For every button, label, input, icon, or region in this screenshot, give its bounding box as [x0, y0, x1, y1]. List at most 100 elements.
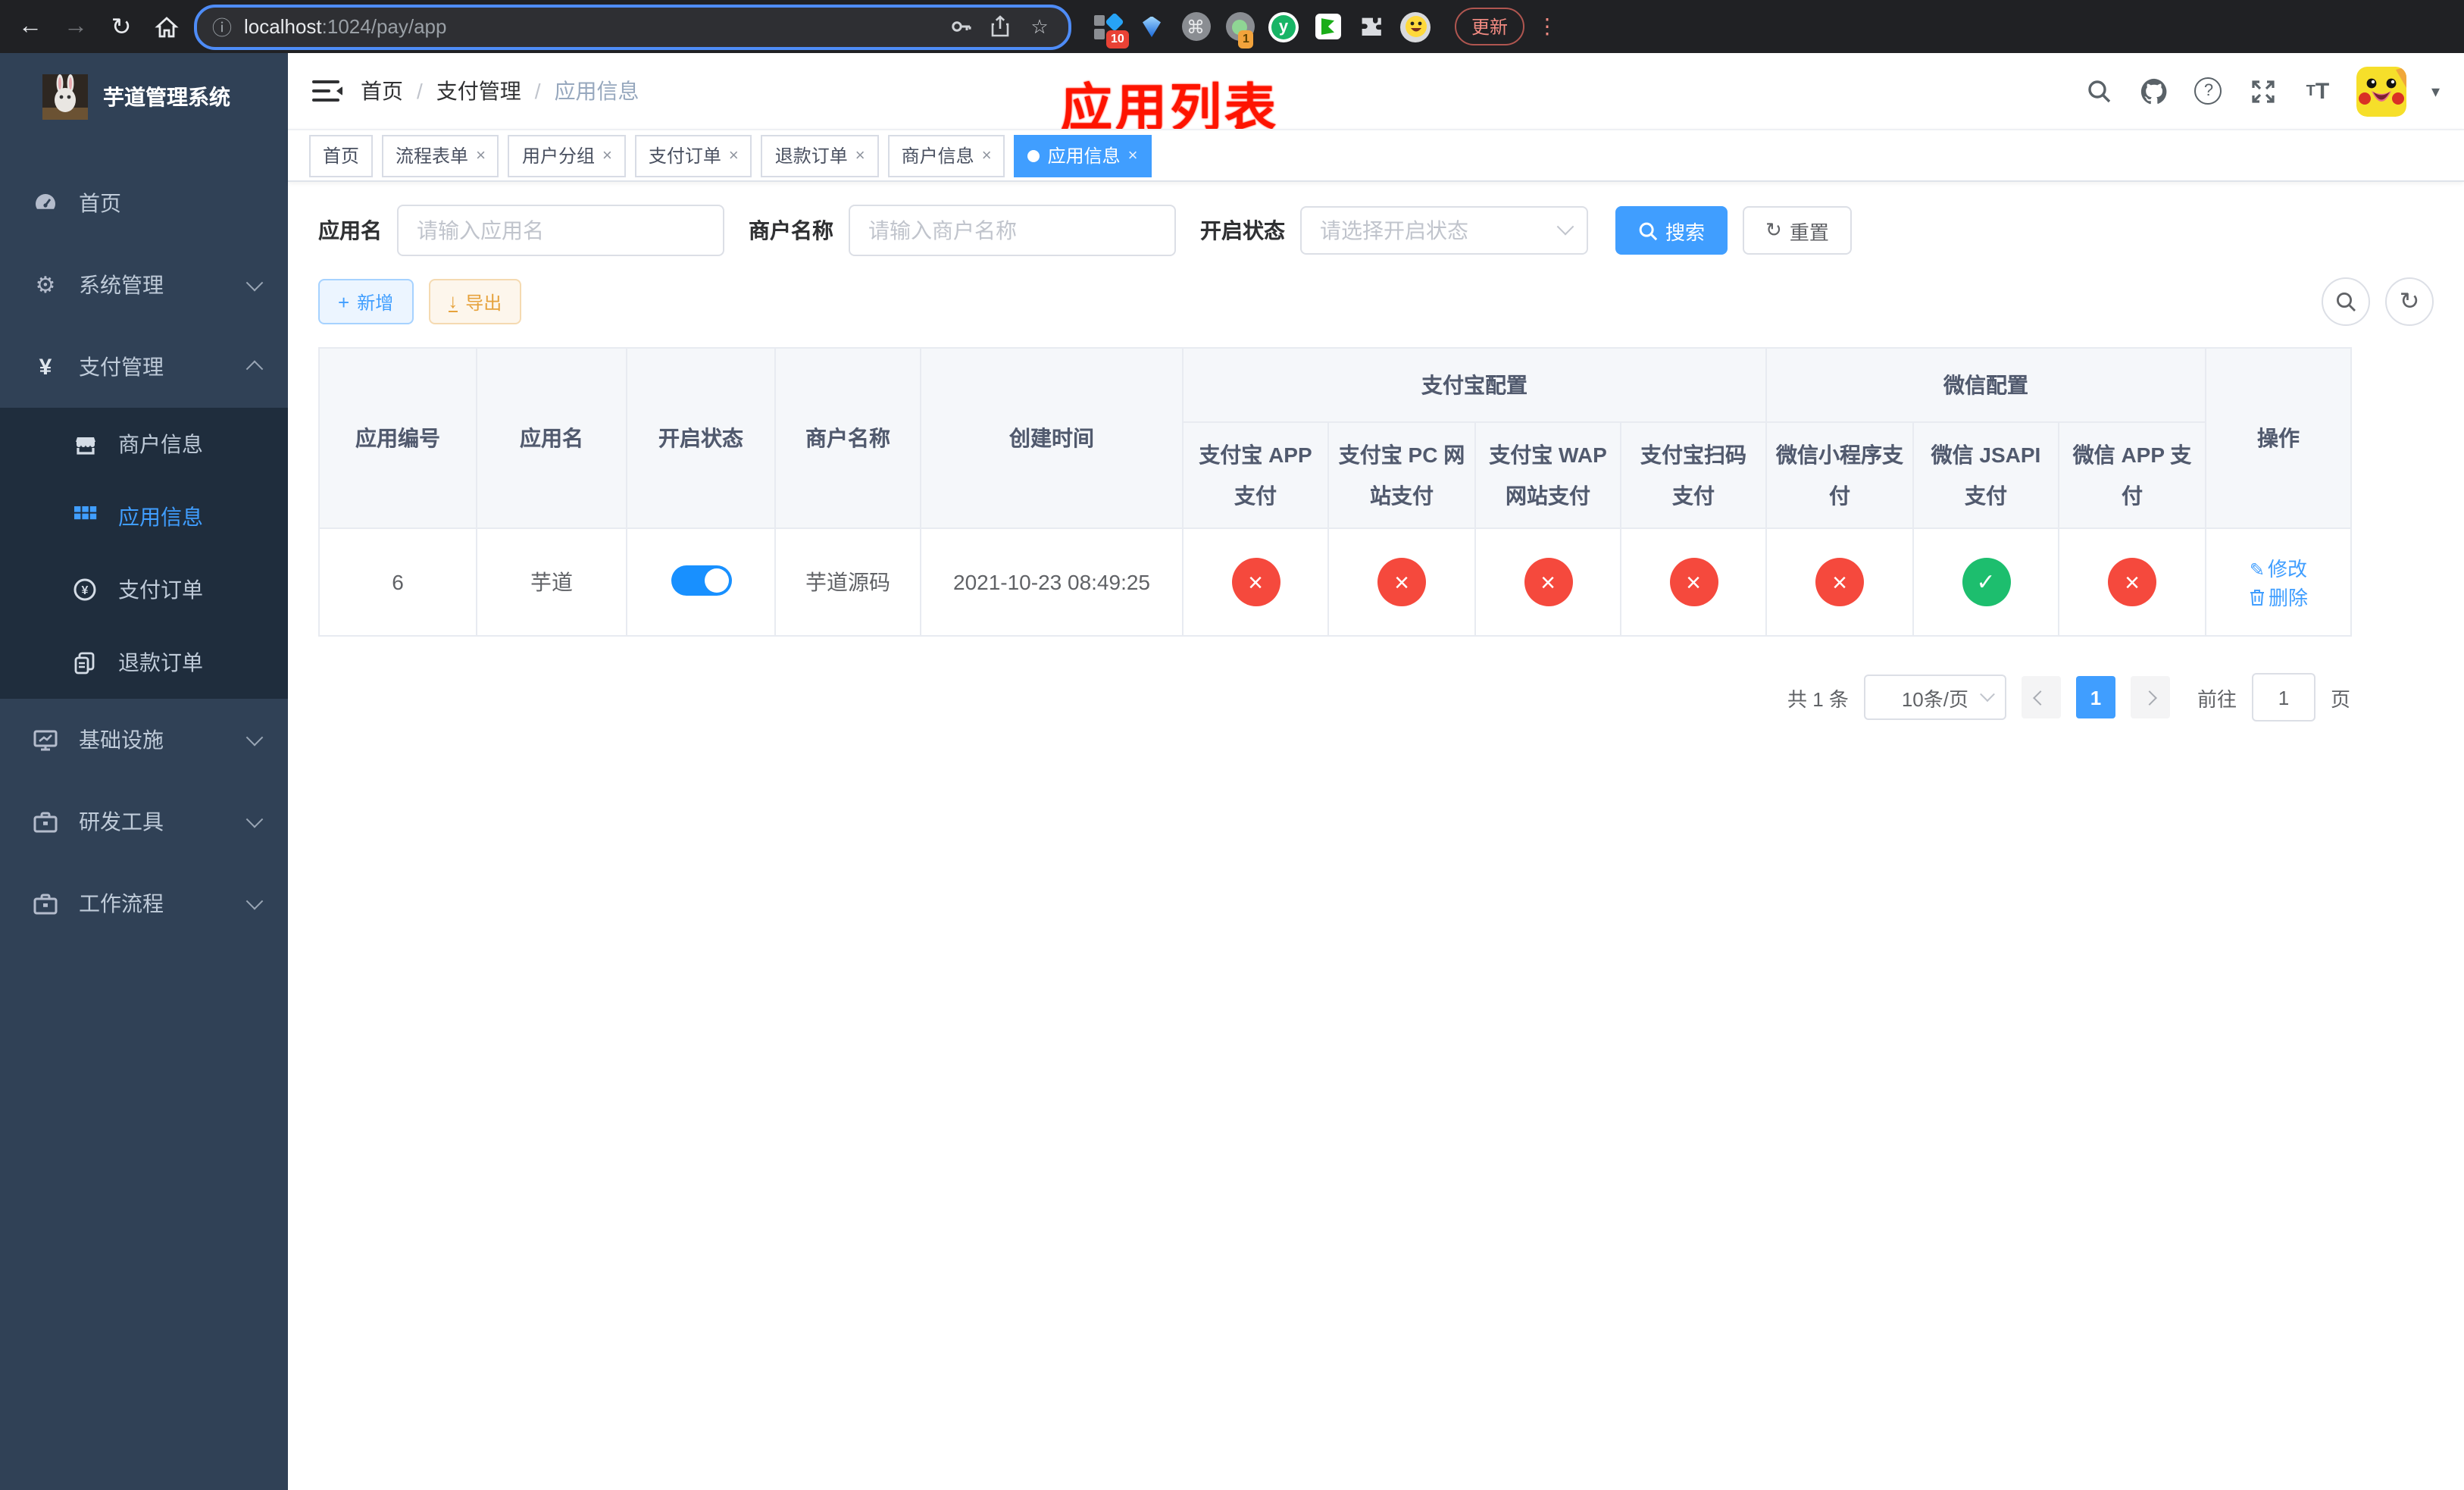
- site-info-icon[interactable]: ⓘ: [212, 12, 232, 41]
- fullscreen-icon[interactable]: [2248, 76, 2278, 106]
- page-size-select[interactable]: 10条/页: [1863, 675, 2006, 721]
- close-tab-icon[interactable]: ×: [855, 146, 865, 164]
- user-avatar-pikachu[interactable]: [2356, 66, 2407, 116]
- tab-merchant-info[interactable]: 商户信息 ×: [887, 134, 1005, 177]
- trash-icon: [2249, 588, 2265, 609]
- pay-status-icon[interactable]: [1669, 558, 1718, 607]
- pay-status-icon[interactable]: [1377, 558, 1426, 607]
- sidebar-item-refund-order[interactable]: 退款订单: [0, 626, 288, 699]
- close-tab-icon[interactable]: ×: [729, 146, 739, 164]
- password-key-icon[interactable]: [947, 15, 974, 38]
- sidebar-item-home[interactable]: 首页: [0, 162, 288, 244]
- extension-wechat-dev-icon[interactable]: [1312, 11, 1343, 42]
- yen-icon: ¥: [39, 354, 52, 380]
- chevron-down-icon: [245, 728, 264, 747]
- close-tab-icon[interactable]: ×: [1128, 146, 1138, 164]
- avatar-caret-icon[interactable]: ▾: [2431, 81, 2440, 101]
- search-icon[interactable]: [2084, 76, 2115, 106]
- prev-page-button[interactable]: [2021, 676, 2061, 719]
- extensions-puzzle-icon[interactable]: [1356, 11, 1387, 42]
- tab-app-info[interactable]: 应用信息 ×: [1014, 134, 1152, 177]
- github-icon[interactable]: [2139, 76, 2169, 106]
- add-button[interactable]: + 新增: [318, 279, 414, 324]
- status-select-input[interactable]: [1300, 206, 1588, 255]
- export-button[interactable]: ↓ 导出: [428, 279, 522, 324]
- close-tab-icon[interactable]: ×: [476, 146, 486, 164]
- tab-user-group[interactable]: 用户分组 ×: [508, 134, 626, 177]
- extension-gem-icon[interactable]: [1137, 11, 1167, 42]
- extension-tabs-icon[interactable]: 10: [1093, 11, 1129, 48]
- back-icon[interactable]: ←: [12, 8, 48, 45]
- breadcrumb-home[interactable]: 首页: [361, 76, 403, 106]
- profile-avatar-emoji[interactable]: [1400, 11, 1431, 42]
- toolbox-icon: [33, 892, 58, 915]
- extension-status-icon[interactable]: 1: [1224, 11, 1255, 48]
- sidebar-item-workflow[interactable]: 工作流程: [0, 862, 288, 944]
- sidebar-item-app-info[interactable]: 应用信息: [0, 480, 288, 553]
- page-number-1[interactable]: 1: [2075, 676, 2115, 719]
- pay-status-icon[interactable]: [1962, 558, 2010, 607]
- group-header-wechat: 微信配置: [1765, 347, 2206, 423]
- app-logo-row[interactable]: 芋道管理系统: [0, 53, 288, 141]
- extension-y-icon[interactable]: y: [1268, 11, 1299, 42]
- tab-pay-order[interactable]: 支付订单 ×: [634, 134, 752, 177]
- close-tab-icon[interactable]: ×: [982, 146, 992, 164]
- reset-button[interactable]: ↻ 重置: [1743, 206, 1852, 255]
- edit-pencil-icon: ✎: [2249, 559, 2265, 581]
- status-toggle[interactable]: [671, 565, 731, 596]
- extension-badge: 1: [1238, 30, 1254, 48]
- goto-prefix: 前往: [2197, 687, 2237, 711]
- app-name-input[interactable]: [397, 205, 724, 256]
- reload-icon[interactable]: ↻: [103, 8, 139, 45]
- pay-status-icon[interactable]: [1524, 558, 1572, 607]
- chrome-update-button[interactable]: 更新: [1455, 8, 1525, 45]
- tab-refund-order[interactable]: 退款订单 ×: [761, 134, 879, 177]
- edit-link[interactable]: ✎ 修改: [2250, 558, 2307, 581]
- refresh-table-button[interactable]: ↻: [2385, 277, 2434, 326]
- col-header-created: 创建时间: [920, 346, 1184, 530]
- total-count: 共 1 条: [1787, 687, 1849, 711]
- toggle-search-button[interactable]: [2322, 277, 2370, 326]
- close-tab-icon[interactable]: ×: [602, 146, 612, 164]
- sidebar-item-dev-tools[interactable]: 研发工具: [0, 781, 288, 862]
- sidebar-item-system[interactable]: ⚙ 系统管理: [0, 244, 288, 326]
- pay-status-icon[interactable]: [2108, 558, 2156, 607]
- search-button[interactable]: 搜索: [1615, 206, 1728, 255]
- sidebar-item-pay[interactable]: ¥ 支付管理: [0, 326, 288, 408]
- merchant-name-input[interactable]: [849, 205, 1176, 256]
- chevron-down-icon: [245, 810, 264, 828]
- delete-link[interactable]: 删除: [2249, 587, 2308, 609]
- extension-command-icon[interactable]: ⌘: [1180, 11, 1211, 42]
- search-icon: [1638, 221, 1658, 240]
- font-size-icon[interactable]: TT: [2303, 76, 2333, 106]
- home-icon[interactable]: [149, 8, 185, 45]
- col-header-alipay-pc: 支付宝 PC 网站支付: [1327, 421, 1476, 530]
- col-header-alipay-qr: 支付宝扫码支付: [1620, 421, 1767, 530]
- address-bar[interactable]: ⓘ localhost:1024/pay/app ☆: [194, 4, 1071, 49]
- goto-page-input[interactable]: [2251, 673, 2315, 722]
- bookmark-star-icon[interactable]: ☆: [1026, 14, 1053, 39]
- sidebar-item-pay-order[interactable]: ¥ 支付订单: [0, 553, 288, 626]
- chevron-up-icon: [245, 360, 264, 378]
- forward-icon[interactable]: →: [58, 8, 94, 45]
- sidebar-item-infra[interactable]: 基础设施: [0, 699, 288, 781]
- pay-status-icon[interactable]: [1815, 558, 1864, 607]
- gear-icon: ⚙: [35, 273, 56, 299]
- chevron-down-icon: [1980, 687, 1995, 703]
- url-text[interactable]: localhost:1024/pay/app: [244, 15, 935, 38]
- status-select[interactable]: [1300, 206, 1588, 255]
- share-icon[interactable]: [987, 15, 1014, 38]
- help-icon[interactable]: ?: [2194, 76, 2224, 106]
- active-tab-dot: [1027, 149, 1040, 161]
- breadcrumb-pay[interactable]: 支付管理: [436, 76, 521, 106]
- tab-home[interactable]: 首页: [309, 134, 374, 177]
- svg-text:¥: ¥: [82, 584, 89, 597]
- chevron-down-icon: [245, 274, 264, 292]
- chevron-down-icon: [245, 892, 264, 910]
- sidebar-item-merchant-info[interactable]: 商户信息: [0, 408, 288, 480]
- pay-status-icon[interactable]: [1231, 558, 1280, 607]
- collapse-sidebar-icon[interactable]: [312, 80, 342, 102]
- next-page-button[interactable]: [2130, 676, 2170, 719]
- chrome-menu-icon[interactable]: ⋮: [1537, 14, 1558, 39]
- tab-process-form[interactable]: 流程表单 ×: [382, 134, 499, 177]
